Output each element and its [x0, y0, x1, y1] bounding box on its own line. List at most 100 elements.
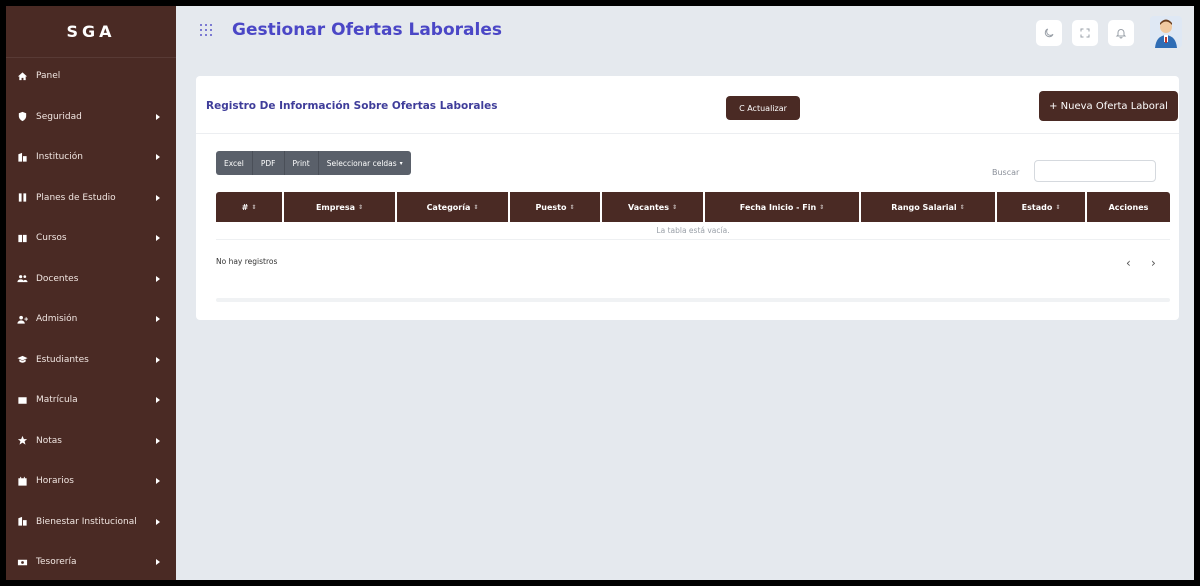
- chevron-right-icon: [156, 275, 160, 282]
- sidebar-item-label: Seguridad: [36, 111, 82, 122]
- sidebar-item-panel[interactable]: Panel: [6, 62, 176, 90]
- sort-icon: ⇕: [819, 203, 825, 211]
- notifications-button[interactable]: [1108, 20, 1134, 46]
- sort-icon: ⇕: [473, 203, 479, 211]
- sidebar-item-estudiantes[interactable]: Estudiantes: [6, 346, 176, 374]
- sidebar-item-label: Admisión: [36, 314, 78, 324]
- select-cells-label: Seleccionar celdas: [326, 158, 397, 168]
- sidebar-item-notas[interactable]: Notas: [6, 427, 176, 455]
- search-input[interactable]: [1034, 160, 1156, 182]
- sidebar-item-planes-de-estudio[interactable]: Planes de Estudio: [6, 184, 176, 212]
- column-header-label: Fecha Inicio - Fin: [739, 202, 817, 212]
- chevron-right-icon: [156, 518, 160, 525]
- excel-button[interactable]: Excel: [216, 151, 253, 175]
- sidebar-item-seguridad[interactable]: Seguridad: [6, 103, 176, 131]
- building-icon: [16, 516, 28, 528]
- sidebar-item-label: Panel: [36, 71, 61, 81]
- app-window: SGA Panel Seguridad Institución Planes de E…: [6, 6, 1194, 580]
- book-icon: [16, 192, 28, 204]
- column-header-empresa[interactable]: Empresa ⇕: [284, 192, 397, 222]
- book-open-icon: [16, 232, 28, 244]
- column-header-label: Estado: [1021, 202, 1053, 212]
- chevron-right-icon: [156, 194, 160, 201]
- money-icon: [16, 556, 28, 568]
- sidebar-item-label: Horarios: [36, 476, 74, 486]
- column-header-rango-salarial[interactable]: Rango Salarial ⇕: [861, 192, 997, 222]
- sidebar-item-docentes[interactable]: Docentes: [6, 265, 176, 293]
- offers-card: Registro De Información Sobre Ofertas La…: [196, 76, 1179, 320]
- column-header-fecha-inicio-fin[interactable]: Fecha Inicio - Fin ⇕: [705, 192, 861, 222]
- chevron-right-icon: [156, 356, 160, 363]
- sort-icon: ⇕: [358, 203, 364, 211]
- sort-icon: ⇕: [251, 203, 257, 211]
- fullscreen-button[interactable]: [1072, 20, 1098, 46]
- column-header-label: Rango Salarial: [891, 202, 957, 212]
- column-header-estado[interactable]: Estado ⇕: [997, 192, 1087, 222]
- sidebar-item-label: Docentes: [36, 273, 79, 284]
- sidebar-item-label: Estudiantes: [36, 354, 89, 365]
- card-title: Registro De Información Sobre Ofertas La…: [206, 100, 498, 112]
- chevron-right-icon: [156, 437, 160, 444]
- sidebar-item-label: Bienestar Institucional: [36, 516, 137, 527]
- card-header: Registro De Información Sobre Ofertas La…: [196, 76, 1179, 134]
- search-label: Buscar: [992, 168, 1020, 177]
- sidebar-item-matricula[interactable]: Matrícula: [6, 386, 176, 414]
- chevron-right-icon: [156, 154, 160, 160]
- chevron-right-icon: [156, 316, 160, 322]
- sidebar-item-admision[interactable]: Admisión: [6, 305, 176, 333]
- sort-icon: ⇕: [1055, 203, 1061, 211]
- calendar-icon: [16, 475, 28, 487]
- sidebar-item-cursos[interactable]: Cursos: [6, 224, 176, 252]
- topbar: Gestionar Ofertas Laborales: [176, 6, 1194, 58]
- records-info: No hay registros: [216, 257, 278, 266]
- sidebar-item-bienestar-institucional[interactable]: Bienestar Institucional: [6, 508, 176, 536]
- sidebar-item-label: Cursos: [36, 233, 67, 243]
- chevron-right-icon: [156, 113, 160, 120]
- sidebar-item-label: Planes de Estudio: [36, 192, 116, 203]
- column-header-acciones[interactable]: Acciones: [1087, 192, 1170, 222]
- chevron-right-icon: [156, 559, 160, 565]
- column-header-label: Categoría: [426, 202, 471, 212]
- user-avatar[interactable]: [1150, 16, 1182, 48]
- print-button[interactable]: Print: [284, 151, 319, 175]
- sort-icon: ⇕: [569, 203, 575, 211]
- empty-table-message: La tabla está vacía.: [216, 222, 1170, 240]
- column-header-categoria[interactable]: Categoría ⇕: [397, 192, 510, 222]
- graduation-cap-icon: [16, 354, 28, 366]
- caret-down-icon: ▾: [399, 159, 403, 167]
- column-header-puesto[interactable]: Puesto ⇕: [510, 192, 602, 222]
- sidebar-item-institucion[interactable]: Institución: [6, 143, 176, 171]
- brand-logo[interactable]: SGA: [6, 6, 176, 58]
- table-scrollbar[interactable]: [216, 298, 1170, 302]
- sort-icon: ⇕: [959, 203, 965, 211]
- fullscreen-icon: [1080, 28, 1090, 38]
- column-header-label: Puesto: [535, 202, 567, 212]
- id-card-icon: [16, 394, 28, 406]
- bell-icon: [1115, 29, 1127, 39]
- column-header-vacantes[interactable]: Vacantes ⇕: [602, 192, 705, 222]
- chevron-right-icon: [156, 235, 160, 241]
- sidebar-item-label: Tesorería: [36, 557, 77, 567]
- moon-icon: [1044, 28, 1054, 38]
- previous-page-button[interactable]: ‹: [1126, 256, 1131, 270]
- pdf-button[interactable]: PDF: [252, 151, 285, 175]
- sidebar-item-horarios[interactable]: Horarios: [6, 467, 176, 495]
- star-icon: [16, 435, 28, 447]
- home-icon: [16, 70, 28, 82]
- column-header-number[interactable]: # ⇕: [216, 192, 284, 222]
- sidebar-item-tesoreria[interactable]: Tesorería: [6, 548, 176, 576]
- column-header-label: Acciones: [1108, 202, 1149, 212]
- page-title: Gestionar Ofertas Laborales: [232, 20, 502, 40]
- next-page-button[interactable]: ›: [1151, 256, 1156, 270]
- column-header-label: #: [241, 202, 249, 212]
- apps-grid-icon[interactable]: [198, 22, 214, 38]
- chevron-right-icon: [156, 478, 160, 484]
- refresh-button[interactable]: C Actualizar: [726, 96, 800, 120]
- column-header-label: Empresa: [315, 202, 356, 212]
- sidebar: SGA Panel Seguridad Institución Planes de E…: [6, 6, 176, 580]
- column-header-label: Vacantes: [627, 202, 669, 212]
- select-cells-button[interactable]: Seleccionar celdas ▾: [318, 151, 411, 175]
- user-plus-icon: [16, 313, 28, 325]
- new-offer-button[interactable]: + Nueva Oferta Laboral: [1039, 91, 1178, 121]
- theme-toggle-button[interactable]: [1036, 20, 1062, 46]
